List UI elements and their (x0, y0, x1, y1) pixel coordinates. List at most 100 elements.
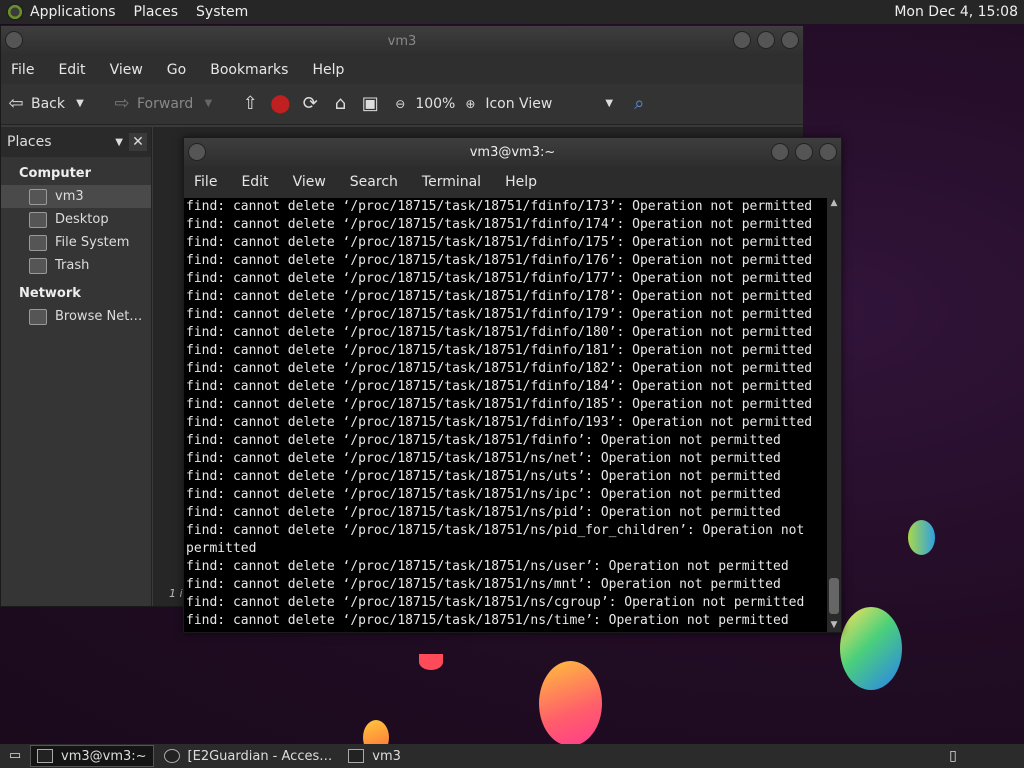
chevron-down-icon[interactable]: ▼ (598, 93, 620, 115)
menu-search[interactable]: Search (350, 174, 398, 190)
terminal-line: find: cannot delete ‘/proc/18715/task/18… (186, 361, 813, 376)
close-icon[interactable]: ✕ (129, 133, 147, 151)
search-icon[interactable]: ⌕ (628, 93, 650, 115)
clock[interactable]: Mon Dec 4, 15:08 (894, 4, 1018, 20)
terminal-line: find: cannot delete ‘/proc/18715/task/18… (186, 397, 813, 412)
stop-icon[interactable]: ⬤ (269, 93, 291, 115)
file-manager-toolbar: ⇦ Back ▼ ⇨ Forward ▼ ⇧ ⬤ ⟳ ⌂ ▣ ⊖ 100% ⊕ … (1, 84, 803, 125)
view-mode-select[interactable]: Icon View (485, 96, 552, 112)
reload-icon[interactable]: ⟳ (299, 93, 321, 115)
sidebar-item-vm3[interactable]: vm3 (1, 185, 151, 208)
distro-logo-icon[interactable] (6, 3, 24, 21)
show-desktop-icon[interactable]: ▭ (4, 745, 26, 767)
minimize-button[interactable] (771, 143, 789, 161)
terminal-line: permitted (186, 541, 257, 556)
file-manager-menubar: File Edit View Go Bookmarks Help (1, 56, 803, 84)
terminal-line: find: cannot delete ‘/proc/18715/task/18… (186, 487, 781, 502)
menu-edit[interactable]: Edit (58, 62, 85, 78)
bottom-panel: ▭ vm3@vm3:~ [E2Guardian - Acces… vm3 ▯ (0, 744, 1024, 768)
terminal-line: find: cannot delete ‘/proc/18715/task/18… (186, 469, 781, 484)
terminal-line: find: cannot delete ‘/proc/18715/task/18… (186, 613, 789, 628)
terminal-line: find: cannot delete ‘/proc/18715/task/18… (186, 343, 813, 358)
menu-view[interactable]: View (293, 174, 326, 190)
computer-icon[interactable]: ▣ (359, 93, 381, 115)
top-panel: Applications Places System Mon Dec 4, 15… (0, 0, 1024, 24)
file-manager-titlebar[interactable]: vm3 (1, 26, 803, 56)
scroll-down-arrow-icon[interactable]: ▼ (827, 620, 841, 632)
menu-file[interactable]: File (11, 62, 34, 78)
sidebar-item-trash[interactable]: Trash (1, 254, 151, 277)
terminal-line: find: cannot delete ‘/proc/18715/task/18… (186, 379, 813, 394)
folder-icon (348, 749, 365, 763)
menu-file[interactable]: File (194, 174, 217, 190)
terminal-line: find: cannot delete ‘/proc/18715/task/18… (186, 271, 813, 286)
menu-applications[interactable]: Applications (30, 4, 116, 20)
menu-help[interactable]: Help (505, 174, 537, 190)
window-menu-button[interactable] (188, 143, 206, 161)
terminal-line: find: cannot delete ‘/proc/18715/task/18… (186, 577, 781, 592)
terminal-line: find: cannot delete ‘/proc/18715/task/18… (186, 523, 805, 538)
balloon-decoration (908, 520, 935, 555)
zoom-in-icon[interactable]: ⊕ (459, 93, 481, 115)
sidebar-item-browse-network[interactable]: Browse Net… (1, 305, 151, 328)
maximize-button[interactable] (795, 143, 813, 161)
balloon-decoration (840, 607, 902, 690)
terminal-icon (37, 749, 53, 763)
terminal-line: find: cannot delete ‘/proc/18715/task/18… (186, 199, 813, 214)
zoom-out-icon[interactable]: ⊖ (389, 93, 411, 115)
menu-help[interactable]: Help (312, 62, 344, 78)
menu-view[interactable]: View (110, 62, 143, 78)
menu-go[interactable]: Go (167, 62, 186, 78)
maximize-button[interactable] (757, 31, 775, 49)
menu-edit[interactable]: Edit (241, 174, 268, 190)
chevron-down-icon[interactable]: ▼ (197, 93, 219, 115)
close-button[interactable] (781, 31, 799, 49)
scroll-up-arrow-icon[interactable]: ▲ (827, 198, 841, 210)
scrollbar-thumb[interactable] (829, 578, 839, 614)
terminal-line: find: cannot delete ‘/proc/18715/task/18… (186, 235, 813, 250)
sidebar-header[interactable]: Places ▼ ✕ (1, 127, 151, 157)
status-text: 1 i (169, 587, 183, 600)
chevron-down-icon[interactable]: ▼ (115, 137, 123, 148)
arrow-left-icon: ⇦ (8, 93, 24, 114)
taskbar-item-terminal[interactable]: vm3@vm3:~ (30, 745, 154, 767)
home-icon[interactable]: ⌂ (329, 93, 351, 115)
desktop-icon (29, 211, 47, 228)
browser-icon (163, 749, 180, 763)
taskbar-item-file-manager[interactable]: vm3 (342, 746, 407, 766)
chevron-down-icon[interactable]: ▼ (69, 93, 91, 115)
terminal-line: find: cannot delete ‘/proc/18715/task/18… (186, 217, 813, 232)
menu-places[interactable]: Places (134, 4, 179, 20)
sidebar-item-file-system[interactable]: File System (1, 231, 151, 254)
window-menu-button[interactable] (5, 31, 23, 49)
terminal-titlebar[interactable]: vm3@vm3:~ (184, 138, 841, 166)
window-title: vm3@vm3:~ (469, 144, 556, 160)
sidebar-item-desktop[interactable]: Desktop (1, 208, 151, 231)
places-sidebar: Places ▼ ✕ Computer vm3 Desktop File Sys… (1, 127, 152, 606)
terminal-line: find: cannot delete ‘/proc/18715/task/18… (186, 253, 813, 268)
zoom-level: 100% (415, 96, 456, 112)
menu-terminal[interactable]: Terminal (422, 174, 481, 190)
terminal-window: vm3@vm3:~ File Edit View Search Terminal… (183, 137, 842, 633)
terminal-line: find: cannot delete ‘/proc/18715/task/18… (186, 451, 781, 466)
arrow-right-icon: ⇨ (114, 93, 130, 114)
menu-bookmarks[interactable]: Bookmarks (210, 62, 288, 78)
taskbar-item-browser[interactable]: [E2Guardian - Acces… (158, 746, 339, 766)
terminal-line: find: cannot delete ‘/proc/18715/task/18… (186, 325, 813, 340)
sidebar-category-computer: Computer (19, 166, 92, 181)
terminal-line: find: cannot delete ‘/proc/18715/task/18… (186, 415, 813, 430)
minimize-button[interactable] (733, 31, 751, 49)
menu-system[interactable]: System (196, 4, 248, 20)
terminal-output[interactable]: find: cannot delete ‘/proc/18715/task/18… (184, 198, 829, 632)
close-button[interactable] (819, 143, 837, 161)
forward-button[interactable]: ⇨ Forward ▼ (107, 93, 223, 115)
window-title: vm3 (387, 33, 417, 49)
workspace-switcher-icon[interactable]: ▯ (942, 745, 964, 767)
terminal-line: find: cannot delete ‘/proc/18715/task/18… (186, 595, 805, 610)
sidebar-category-network: Network (19, 286, 81, 301)
back-button[interactable]: ⇦ Back ▼ (1, 93, 95, 115)
terminal-line: find: cannot delete ‘/proc/18715/task/18… (186, 559, 789, 574)
terminal-scrollbar[interactable]: ▲ ▼ (827, 198, 841, 632)
up-arrow-icon[interactable]: ⇧ (239, 93, 261, 115)
terminal-line: find: cannot delete ‘/proc/18715/task/18… (186, 289, 813, 304)
